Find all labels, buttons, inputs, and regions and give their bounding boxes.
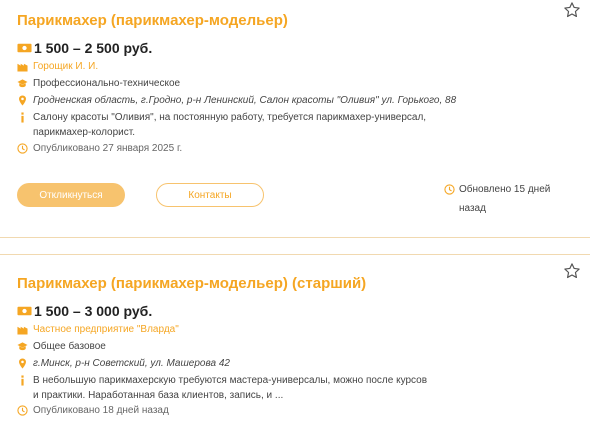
location-row: Гродненская область, г.Гродно, р-н Ленин… [17, 93, 456, 108]
vacancy-card: Парикмахер (парикмахер-модельер) 1 500 –… [0, 0, 590, 238]
education-row: Профессионально-техническое [17, 76, 180, 91]
description-row: Салону красоты "Оливия", на постоянную р… [17, 110, 426, 140]
building-icon [17, 326, 28, 335]
employer-link[interactable]: Частное предприятие "Вларда" [33, 322, 179, 337]
published-row: Опубликовано 27 января 2025 г. [17, 141, 182, 156]
education: Общее базовое [33, 341, 106, 352]
contacts-button[interactable]: Контакты [156, 183, 264, 207]
education: Профессионально-техническое [33, 78, 181, 89]
location: Гродненская область, г.Гродно, р-н Ленин… [33, 95, 457, 106]
star-icon[interactable] [563, 1, 581, 19]
vacancy-card: Парикмахер (парикмахер-модельер) (старши… [0, 254, 590, 422]
description-line: и практики. Наработанная база клиентов, … [33, 390, 284, 401]
location-row: г.Минск, р-н Советский, ул. Машерова 42 [17, 356, 230, 371]
clock-icon [17, 143, 28, 154]
money-icon [17, 43, 32, 53]
money-icon [17, 306, 32, 316]
description-line: Салону красоты "Оливия", на постоянную р… [33, 112, 427, 123]
star-icon[interactable] [563, 262, 581, 280]
location-pin-icon [19, 358, 26, 369]
salary: 1 500 – 3 000 руб. [34, 303, 153, 319]
clock-icon [444, 184, 455, 195]
description-row: В небольшую парикмахерскую требуются мас… [17, 373, 427, 403]
published-date: Опубликовано 27 января 2025 г. [33, 143, 183, 154]
employer-row: Частное предприятие "Вларда" [17, 322, 179, 337]
employer-link[interactable]: Горощик И. И. [33, 59, 98, 74]
salary-row: 1 500 – 2 500 руб. [17, 40, 152, 56]
graduation-cap-icon [17, 79, 28, 88]
vacancy-title[interactable]: Парикмахер (парикмахер-модельер) (старши… [17, 275, 366, 292]
location: г.Минск, р-н Советский, ул. Машерова 42 [33, 358, 230, 369]
vacancy-title[interactable]: Парикмахер (парикмахер-модельер) [17, 12, 288, 29]
salary-row: 1 500 – 3 000 руб. [17, 303, 152, 319]
info-icon [21, 112, 24, 123]
employer-row: Горощик И. И. [17, 59, 98, 74]
description-line: В небольшую парикмахерскую требуются мас… [33, 375, 428, 386]
location-pin-icon [19, 95, 26, 106]
info-icon [21, 375, 24, 386]
education-row: Общее базовое [17, 339, 106, 354]
description-line: парикмахер-колорист. [33, 127, 136, 138]
published-date: Опубликовано 18 дней назад [33, 405, 169, 416]
clock-icon [17, 405, 28, 416]
graduation-cap-icon [17, 342, 28, 351]
updated-info: Обновлено 15 дней назад [444, 180, 559, 218]
building-icon [17, 63, 28, 72]
salary: 1 500 – 2 500 руб. [34, 40, 153, 56]
updated-text: Обновлено 15 дней назад [459, 184, 551, 214]
published-row: Опубликовано 18 дней назад [17, 403, 169, 418]
apply-button[interactable]: Откликнуться [17, 183, 125, 207]
